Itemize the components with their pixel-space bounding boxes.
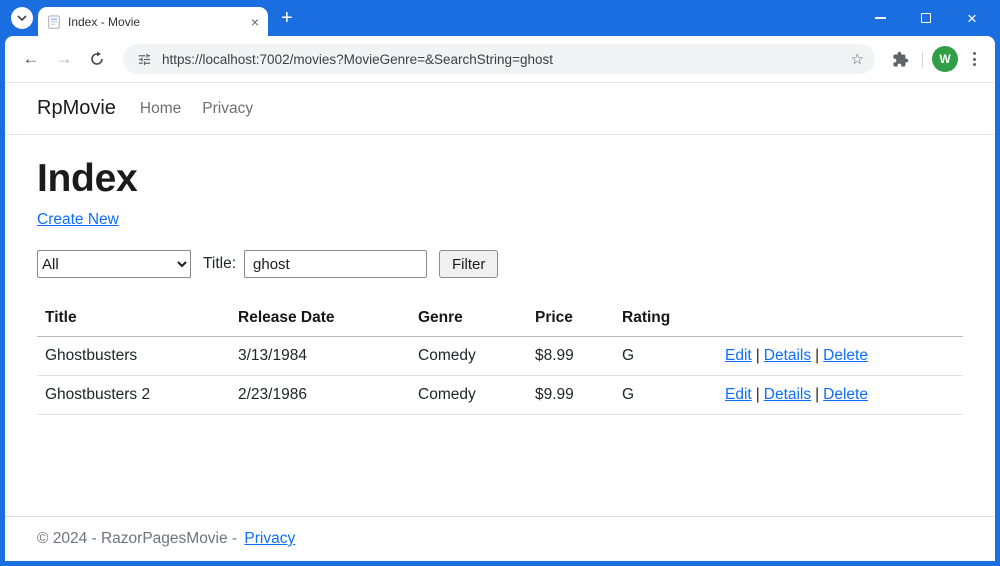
cell-actions: Edit | Details | Delete [717,375,963,415]
chevron-down-icon [17,15,27,21]
cell-genre: Comedy [410,375,527,415]
create-new-link[interactable]: Create New [37,211,119,228]
new-tab-button[interactable]: + [281,8,293,28]
table-header-row: Title Release Date Genre Price Rating [37,300,963,337]
url-text: https://localhost:7002/movies?MovieGenre… [162,51,553,67]
site-navbar: RpMovie Home Privacy [5,83,995,135]
action-separator: | [815,347,820,364]
details-link[interactable]: Details [764,347,811,364]
action-separator: | [755,386,760,403]
page-title: Index [37,157,138,200]
col-header-release-date: Release Date [230,300,410,337]
reload-icon [91,51,103,65]
cell-price: $9.99 [527,375,614,415]
address-bar[interactable]: https://localhost:7002/movies?MovieGenre… [123,44,875,74]
extensions-icon[interactable] [887,51,913,68]
edit-link[interactable]: Edit [725,386,752,403]
browser-window: Index - Movie × + × ← → https://localhos… [0,0,1000,566]
col-header-rating: Rating [614,300,717,337]
tab-strip: Index - Movie × + × [5,0,995,36]
search-input[interactable] [244,250,428,278]
copyright-text: © 2024 - RazorPagesMovie - [37,530,238,547]
tab-close-button[interactable]: × [248,15,262,29]
delete-link[interactable]: Delete [823,347,868,364]
back-button[interactable]: ← [17,45,45,73]
cell-price: $8.99 [527,336,614,376]
cell-genre: Comedy [410,336,527,376]
browser-toolbar: ← → https://localhost:7002/movies?MovieG… [5,36,995,83]
tab-title: Index - Movie [68,14,141,29]
brand-link[interactable]: RpMovie [37,97,116,120]
nav-home-link[interactable]: Home [140,100,181,118]
site-settings-icon[interactable] [135,52,153,67]
minimize-button[interactable] [857,0,903,36]
tab-favicon-icon [47,14,61,29]
delete-link[interactable]: Delete [823,386,868,403]
genre-select[interactable]: All [37,250,191,278]
browser-tab[interactable]: Index - Movie × [38,7,268,36]
main-content: Index Create New All Title: Filter [5,135,995,415]
col-header-genre: Genre [410,300,527,337]
browser-body: ← → https://localhost:7002/movies?MovieG… [5,36,995,561]
close-icon: × [967,8,977,28]
cell-rating: G [614,336,717,376]
bookmark-star-icon[interactable]: ☆ [851,50,864,68]
minimize-icon [874,17,886,19]
movies-table: Title Release Date Genre Price Rating Gh… [37,300,963,415]
col-header-price: Price [527,300,614,337]
cell-actions: Edit | Details | Delete [717,336,963,376]
col-header-title: Title [37,300,230,337]
title-filter-label: Title: [203,255,237,272]
cell-title: Ghostbusters 2 [37,375,230,415]
filter-form: All Title: Filter [37,250,963,278]
page-footer: © 2024 - RazorPagesMovie - Privacy [5,516,995,561]
forward-button[interactable]: → [50,45,78,73]
footer-privacy-link[interactable]: Privacy [244,530,295,547]
window-controls: × [857,0,995,36]
edit-link[interactable]: Edit [725,347,752,364]
table-row: Ghostbusters 2 2/23/1986 Comedy $9.99 G … [37,375,963,415]
maximize-icon [921,13,931,23]
details-link[interactable]: Details [764,386,811,403]
col-header-actions [717,300,963,337]
reload-button[interactable] [83,45,111,73]
nav-privacy-link[interactable]: Privacy [202,100,253,118]
cell-release-date: 2/23/1986 [230,375,410,415]
toolbar-divider [922,50,923,68]
menu-icon[interactable] [963,48,985,70]
cell-rating: G [614,375,717,415]
web-page: RpMovie Home Privacy Index Create New Al… [5,83,995,561]
close-button[interactable]: × [949,0,995,36]
cell-release-date: 3/13/1984 [230,336,410,376]
tab-search-button[interactable] [11,7,33,29]
table-row: Ghostbusters 3/13/1984 Comedy $8.99 G Ed… [37,336,963,376]
maximize-button[interactable] [903,0,949,36]
profile-avatar[interactable]: W [932,46,958,72]
filter-button[interactable]: Filter [439,250,499,278]
action-separator: | [755,347,760,364]
action-separator: | [815,386,820,403]
cell-title: Ghostbusters [37,336,230,376]
